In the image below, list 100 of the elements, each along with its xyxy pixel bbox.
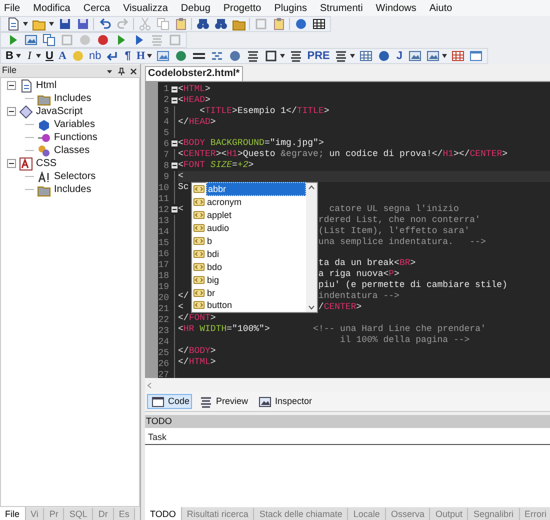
caret-icon[interactable] [49, 22, 54, 26]
code-text: BACKGROUND [209, 138, 264, 150]
collapse-icon[interactable] [7, 81, 16, 90]
bold-button[interactable]: B [5, 49, 14, 63]
tag-icon [193, 222, 205, 234]
paragraph-button[interactable]: ¶ [123, 49, 132, 63]
menu-item[interactable]: Debug [180, 0, 210, 16]
code-text: "100%" [232, 324, 264, 335]
autocomplete-item[interactable]: br [206, 286, 306, 299]
save-icon[interactable] [57, 17, 72, 31]
line-number: 7 [164, 150, 169, 161]
column-header[interactable]: Task [145, 430, 170, 444]
fold-icon[interactable] [170, 162, 178, 170]
view-tab[interactable]: Preview [196, 394, 252, 409]
binoculars-icon[interactable] [195, 17, 210, 31]
code-text: > [318, 138, 324, 150]
caret-icon[interactable] [36, 54, 41, 58]
fold-icon[interactable] [170, 86, 178, 93]
code-tag: CENTER [470, 149, 502, 160]
code-text: > [237, 149, 243, 160]
scroll-down-icon[interactable] [308, 305, 315, 310]
autocomplete-item[interactable]: button [206, 299, 306, 312]
fold-icon[interactable] [170, 96, 178, 104]
font-button[interactable]: A [58, 49, 67, 63]
code-text: </ [286, 106, 297, 117]
code-text: < [178, 95, 184, 106]
menu-item[interactable]: File [4, 0, 20, 16]
code-comment: indentatura --> [318, 290, 400, 302]
autocomplete-item[interactable]: acronym [206, 196, 306, 208]
caret-icon[interactable] [147, 54, 152, 58]
tree-item[interactable]: Selectors [54, 169, 96, 184]
autocomplete-item[interactable]: audio [206, 222, 306, 234]
code-comment: il 100% della pagina --> [339, 334, 470, 346]
document-tab[interactable]: Codelobster2.html* [145, 66, 243, 81]
menu-item[interactable]: Aiuto [429, 0, 452, 16]
heading-button[interactable]: H [136, 49, 146, 63]
autocomplete-list[interactable]: abbr acronym applet audio b bdi bdo big br button [191, 182, 318, 313]
line-number: 2 [164, 95, 169, 106]
menu-item[interactable]: Windows [376, 0, 416, 16]
code-text: < [394, 258, 400, 269]
preformatted-button[interactable]: PRE [307, 49, 330, 63]
code-text: < [178, 84, 184, 95]
collapse-icon[interactable] [7, 107, 16, 116]
autocomplete-item[interactable]: abbr [206, 182, 306, 196]
caret-icon[interactable] [350, 54, 355, 58]
menu-item[interactable]: Visualizza [123, 0, 168, 16]
code-text: WIDTH [198, 324, 227, 335]
line-number: 23 [158, 326, 169, 337]
collapse-icon[interactable] [7, 159, 16, 168]
autocomplete-item[interactable]: bdo [206, 260, 306, 273]
autocomplete-item[interactable]: big [206, 274, 306, 286]
tree-item[interactable]: Variables [54, 117, 95, 132]
menu-item[interactable]: Strumenti [320, 0, 363, 16]
fold-icon[interactable] [170, 140, 178, 148]
tree-item[interactable]: CSS [36, 156, 57, 171]
code-editor[interactable] [145, 82, 550, 378]
caret-icon[interactable] [23, 22, 28, 26]
tree-item[interactable]: Functions [54, 130, 98, 145]
tree-item[interactable]: Includes [54, 182, 92, 197]
nbsp-button[interactable]: nb [89, 49, 102, 63]
grid-icon[interactable] [311, 17, 326, 31]
autocomplete-item[interactable]: bdi [206, 248, 306, 260]
menu-item[interactable]: Progetto [223, 0, 262, 16]
close-icon[interactable] [129, 66, 138, 76]
undo-icon[interactable] [97, 17, 112, 31]
caret-icon[interactable] [442, 54, 447, 58]
tree-item[interactable]: Includes [54, 91, 92, 106]
panel-tab[interactable]: File [0, 507, 26, 520]
paste-icon[interactable] [173, 17, 188, 31]
menu-item[interactable]: Cerca [83, 0, 110, 16]
scrollbar[interactable] [306, 183, 317, 312]
menu-item[interactable]: Plugins [274, 0, 307, 16]
caret-icon[interactable] [16, 54, 21, 58]
tree-item[interactable]: JavaScript [36, 104, 83, 119]
scroll-left-icon[interactable] [147, 382, 152, 388]
italic-button[interactable]: I [25, 49, 34, 63]
panel-tab[interactable]: TODO [145, 507, 182, 520]
breakpoint-icon[interactable] [95, 33, 110, 47]
tree-item[interactable]: Classes [54, 143, 90, 158]
tree-item[interactable]: Html [36, 78, 57, 93]
autocomplete-item[interactable]: applet [206, 209, 306, 222]
binoculars-icon [196, 17, 210, 31]
view-tab[interactable]: Inspector [255, 394, 316, 409]
javascript-button[interactable]: J [394, 49, 404, 63]
code-tag: FONT [188, 312, 210, 324]
clipboard-icon[interactable] [271, 17, 286, 31]
autocomplete-item[interactable]: b [206, 235, 306, 247]
line-number: 8 [164, 161, 169, 172]
scroll-up-icon[interactable] [308, 185, 315, 190]
line-number: 17 [158, 260, 169, 271]
caret-icon[interactable] [280, 54, 286, 58]
menu-item[interactable]: Modifica [33, 0, 70, 16]
underline-button[interactable]: U [45, 49, 54, 63]
line-number: 26 [158, 359, 169, 370]
save-all-icon[interactable] [75, 17, 90, 31]
pin-icon[interactable] [117, 66, 126, 76]
fold-icon[interactable] [170, 206, 178, 213]
tag-icon [193, 183, 205, 196]
view-tab[interactable]: Code [147, 394, 192, 409]
code-text: > [210, 356, 216, 368]
